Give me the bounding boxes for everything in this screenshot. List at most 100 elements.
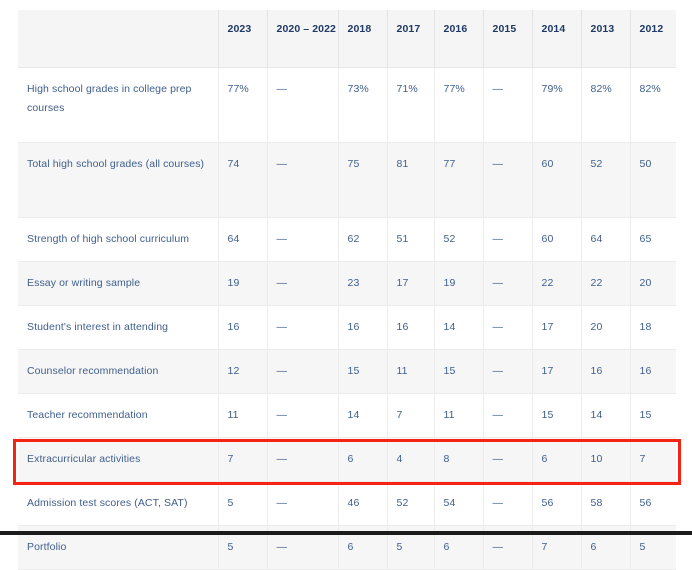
table-cell: 54 (434, 481, 484, 526)
row-label: Strength of high school curriculum (18, 217, 219, 262)
table-row: Essay or writing sample 19—23 17 19—22 22 20 (18, 261, 676, 306)
table-cell: 14 (434, 305, 484, 350)
table-cell: — (267, 437, 339, 482)
column-header-2017: 2017 (387, 10, 435, 68)
column-header-2014: 2014 (532, 10, 582, 68)
table-cell: 56 (532, 481, 582, 526)
table-cell: — (483, 481, 533, 526)
table-cell: 10 (581, 437, 631, 482)
table-cell: 7 (630, 437, 676, 482)
admission-factors-table: 2023 2020 – 2022 2018 2017 2016 2015 201… (18, 10, 676, 570)
table-cell: 20 (630, 261, 676, 306)
table-cell: 82% (630, 67, 676, 143)
table-cell: 46 (338, 481, 388, 526)
table-cell: 51 (387, 217, 435, 262)
table-cell: 82% (581, 67, 631, 143)
table-header-row: 2023 2020 – 2022 2018 2017 2016 2015 201… (18, 10, 676, 68)
table-cell: 16 (338, 305, 388, 350)
table-cell: 65 (630, 217, 676, 262)
table-body: High school grades in college prep cours… (18, 67, 676, 570)
column-header-2023: 2023 (218, 10, 268, 68)
table-cell: 6 (532, 437, 582, 482)
row-label: Admission test scores (ACT, SAT) (18, 481, 219, 526)
table-cell: — (483, 437, 533, 482)
table-cell: 15 (630, 393, 676, 438)
table-cell: 64 (581, 217, 631, 262)
table-cell: 77 (434, 142, 484, 218)
table-cell: 52 (387, 481, 435, 526)
table-cell: 4 (387, 437, 435, 482)
table-cell: 12 (218, 349, 268, 394)
column-header-2012: 2012 (630, 10, 676, 68)
column-header-2015: 2015 (483, 10, 533, 68)
row-label: Essay or writing sample (18, 261, 219, 306)
table-cell: 16 (218, 305, 268, 350)
table-cell: 74 (218, 142, 268, 218)
table-cell: 20 (581, 305, 631, 350)
table-row: Extracurricular activities 7—6 4 8—6 10 7 (18, 437, 676, 482)
table-cell: 56 (630, 481, 676, 526)
table-cell: 16 (630, 349, 676, 394)
column-header-2016: 2016 (434, 10, 484, 68)
table-cell: 15 (338, 349, 388, 394)
column-header-factor (18, 10, 219, 68)
table-cell: 77% (434, 67, 484, 143)
table-cell: 8 (434, 437, 484, 482)
row-label: High school grades in college prep cours… (18, 67, 219, 143)
table-cell: — (483, 67, 533, 143)
table-cell: 22 (581, 261, 631, 306)
row-label: Student's interest in attending (18, 305, 219, 350)
table-cell: — (267, 481, 339, 526)
table-cell: 16 (387, 305, 435, 350)
table-cell: — (267, 142, 339, 218)
table-cell: 75 (338, 142, 388, 218)
table-cell: 5 (218, 481, 268, 526)
table-cell: 16 (581, 349, 631, 394)
table-cell: 58 (581, 481, 631, 526)
table-cell: 71% (387, 67, 435, 143)
table-cell: 17 (532, 349, 582, 394)
table-cell: — (267, 217, 339, 262)
table-cell: 18 (630, 305, 676, 350)
table-cell: 52 (434, 217, 484, 262)
table-cell: — (267, 305, 339, 350)
table-cell: 17 (387, 261, 435, 306)
table-cell: 7 (387, 393, 435, 438)
table-container: 2023 2020 – 2022 2018 2017 2016 2015 201… (18, 10, 676, 570)
row-label: Teacher recommendation (18, 393, 219, 438)
table-cell: — (267, 67, 339, 143)
table-cell: 79% (532, 67, 582, 143)
table-cell: 11 (387, 349, 435, 394)
row-label: Total high school grades (all courses) (18, 142, 219, 218)
table-cell: — (483, 393, 533, 438)
table-cell: — (483, 261, 533, 306)
column-header-2013: 2013 (581, 10, 631, 68)
table-cell: 14 (581, 393, 631, 438)
table-cell: 52 (581, 142, 631, 218)
table-cell: 81 (387, 142, 435, 218)
page-bottom-edge (0, 531, 692, 535)
table-header: 2023 2020 – 2022 2018 2017 2016 2015 201… (18, 10, 676, 68)
row-label: Extracurricular activities (18, 437, 219, 482)
table-cell: 64 (218, 217, 268, 262)
table-cell: — (267, 393, 339, 438)
table-cell: 15 (532, 393, 582, 438)
table-row: Total high school grades (all courses) 74… (18, 142, 676, 218)
table-cell: 73% (338, 67, 388, 143)
table-row: Student's interest in attending 16—16 16 14… (18, 305, 676, 350)
document-page: 2023 2020 – 2022 2018 2017 2016 2015 201… (0, 0, 692, 570)
table-cell: — (267, 349, 339, 394)
column-header-2020-2022: 2020 – 2022 (267, 10, 339, 68)
table-cell: 14 (338, 393, 388, 438)
table-cell: 7 (218, 437, 268, 482)
table-cell: 62 (338, 217, 388, 262)
table-cell: 60 (532, 142, 582, 218)
table-cell: — (267, 261, 339, 306)
table-row: Admission test scores (ACT, SAT) 5—46 52 54… (18, 481, 676, 526)
table-cell: 19 (218, 261, 268, 306)
table-cell: 19 (434, 261, 484, 306)
table-cell: 22 (532, 261, 582, 306)
table-cell: 11 (434, 393, 484, 438)
table-cell: — (483, 142, 533, 218)
table-row: Teacher recommendation 11—14 7 11—15 14 15 (18, 393, 676, 438)
